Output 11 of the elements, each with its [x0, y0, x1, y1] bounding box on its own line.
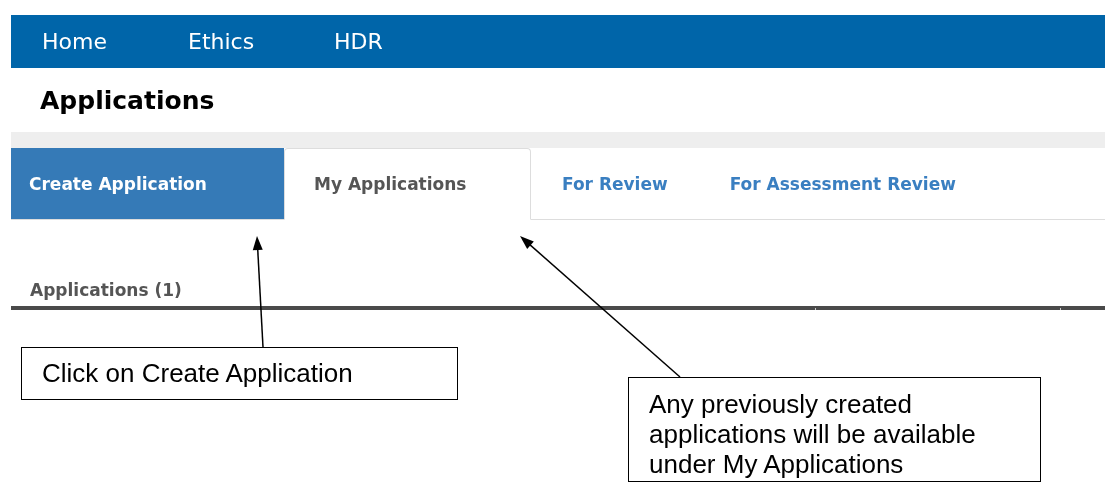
tab[interactable]: My Applications	[284, 148, 531, 220]
tab[interactable]: For Assessment Review	[698, 148, 987, 219]
nav-link[interactable]: Ethics	[188, 29, 334, 54]
nav-link[interactable]: HDR	[334, 29, 480, 54]
nav-link[interactable]: Home	[42, 29, 188, 54]
callout-box: Click on Create Application	[21, 347, 458, 400]
page-title: Applications	[39, 84, 216, 117]
tab[interactable]: For Review	[531, 148, 699, 219]
create-tab[interactable]: Create Application	[11, 148, 284, 219]
callout-box: Any previously created applications will be available under My Applications	[628, 377, 1041, 482]
section-heading: Applications (1)	[30, 280, 182, 300]
